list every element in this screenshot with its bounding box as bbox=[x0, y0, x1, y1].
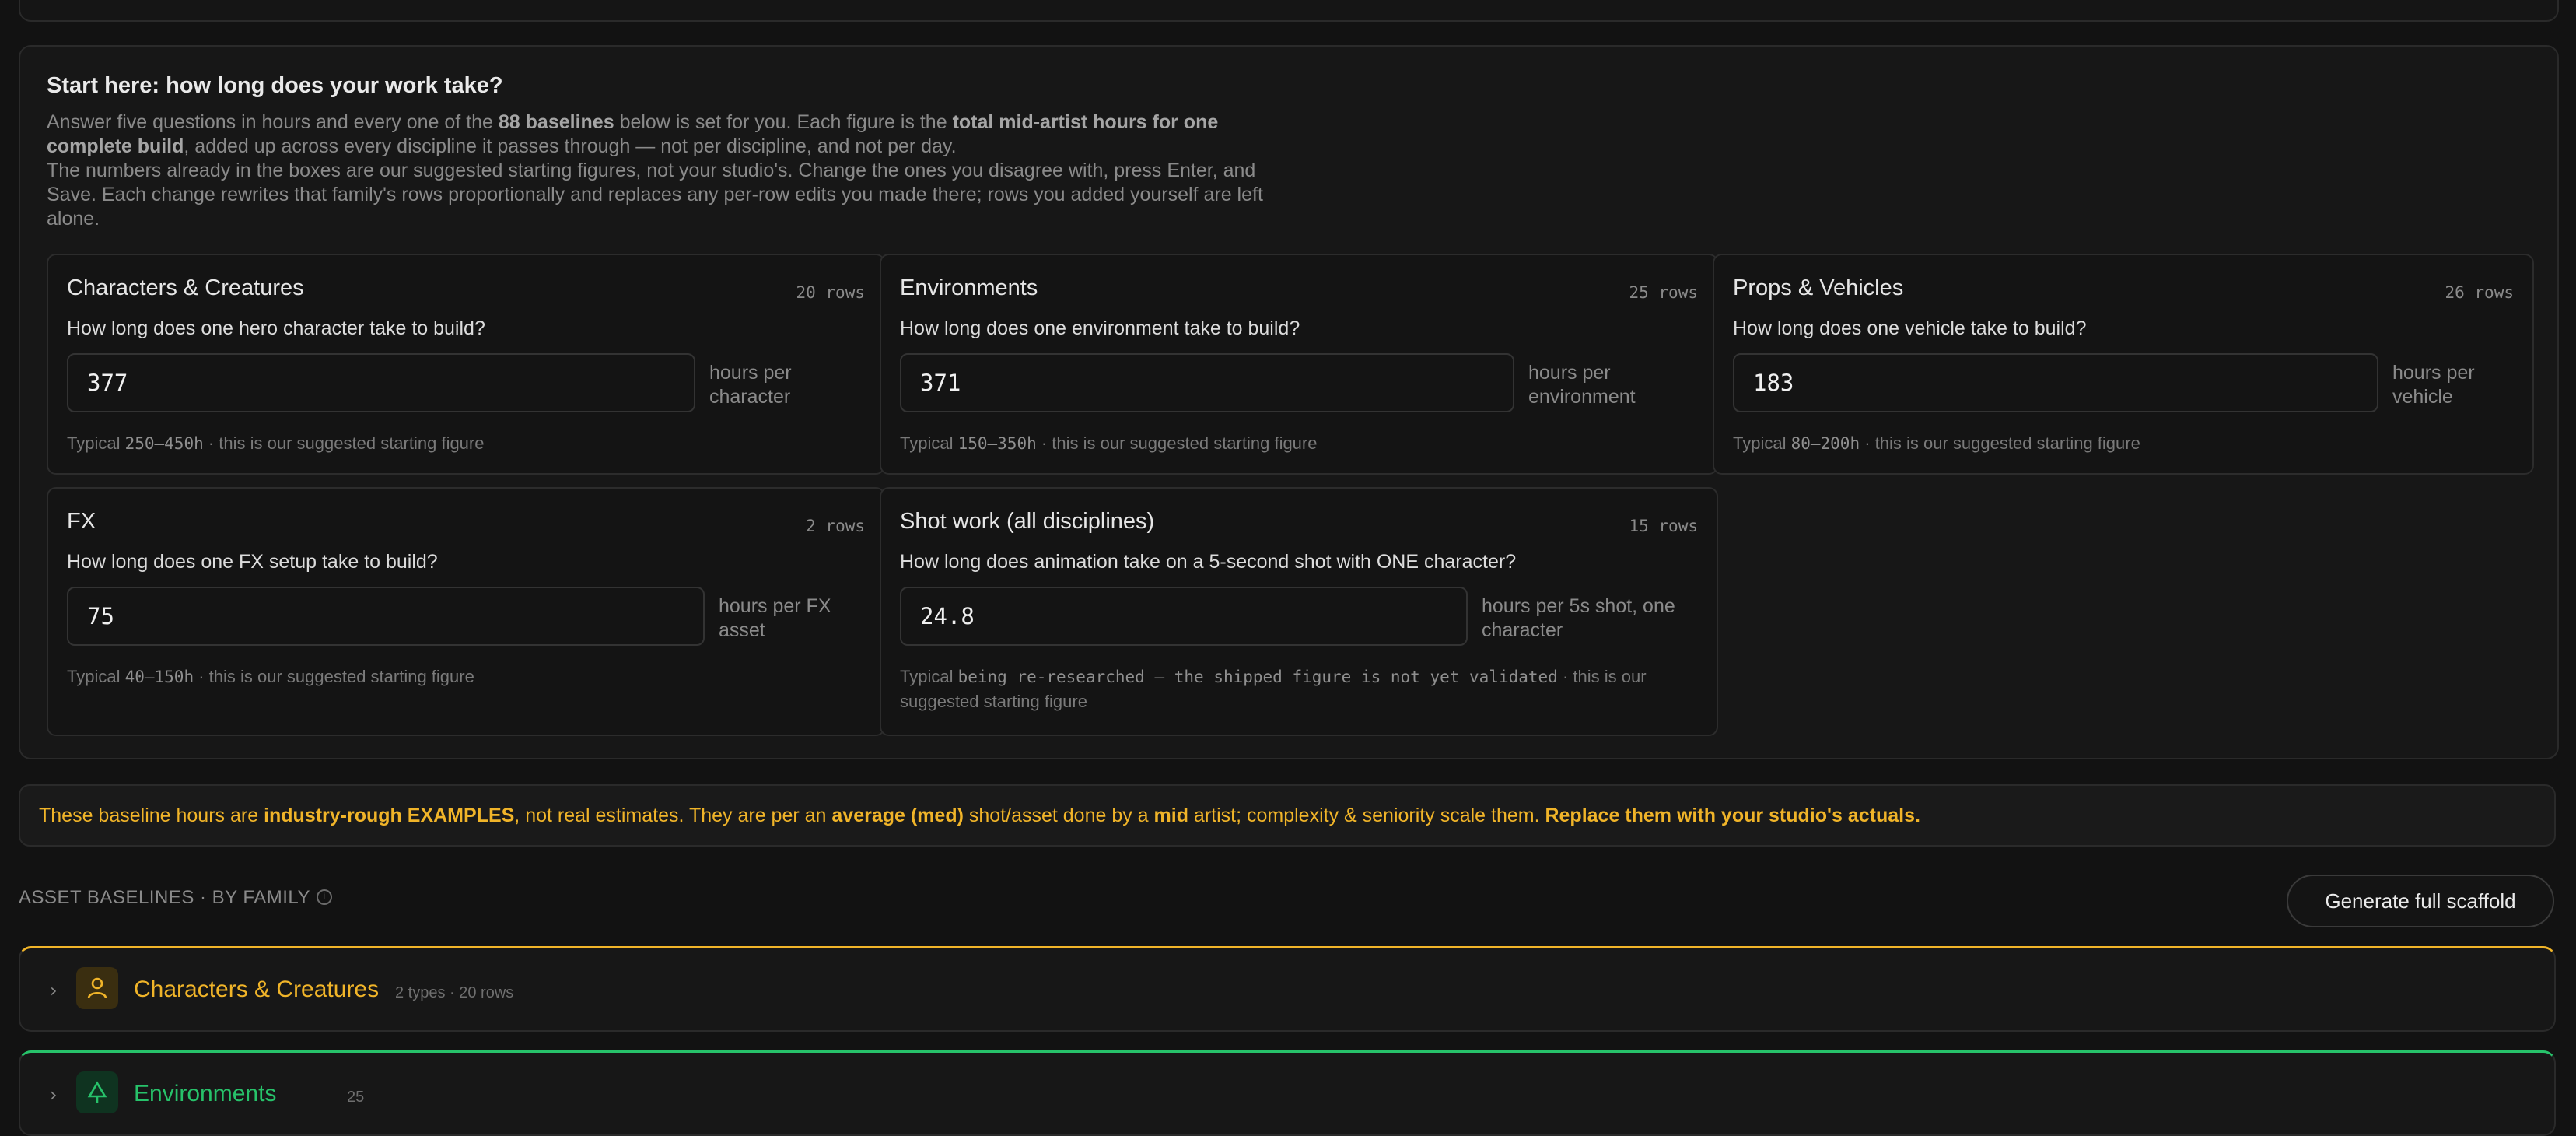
family-title: Characters & Creatures bbox=[67, 275, 304, 300]
typical-range-note: Typical 150–350h · this is our suggested… bbox=[900, 433, 1318, 453]
generate-scaffold-button[interactable]: Generate full scaffold bbox=[2287, 875, 2554, 927]
family-title: Environments bbox=[900, 275, 1038, 300]
hours-unit: hours per environment bbox=[1528, 362, 1636, 408]
baseline-questions-card: Start here: how long does your work take… bbox=[19, 45, 2559, 759]
accordion-characters[interactable]: › Characters & Creatures 2 types · 20 ro… bbox=[19, 946, 2556, 1032]
family-question: How long does one FX setup take to build… bbox=[67, 551, 438, 573]
family-question: How long does one hero character take to… bbox=[67, 317, 485, 339]
family-title: Props & Vehicles bbox=[1733, 275, 1904, 300]
hours-input-environments[interactable]: 371 bbox=[900, 353, 1514, 412]
family-row-count: 15 rows bbox=[1629, 517, 1698, 535]
typical-range-note: Typical being re-researched — the shippe… bbox=[900, 667, 1647, 711]
family-row-count: 25 rows bbox=[1629, 283, 1698, 302]
hours-unit: hours per 5s shot, one character bbox=[1482, 595, 1675, 641]
hours-unit: hours per character bbox=[709, 362, 792, 408]
family-title: FX bbox=[67, 509, 96, 534]
typical-range-note: Typical 40–150h · this is our suggested … bbox=[67, 667, 474, 686]
typical-range-note: Typical 80–200h · this is our suggested … bbox=[1733, 433, 2140, 453]
accordion-title: Environments bbox=[134, 1081, 277, 1106]
family-card-fx: FX 2 rows How long does one FX setup tak… bbox=[47, 487, 885, 736]
questions-title: Start here: how long does your work take… bbox=[47, 73, 503, 98]
family-card-environments: Environments 25 rows How long does one e… bbox=[880, 254, 1718, 475]
family-card-shot-work: Shot work (all disciplines) 15 rows How … bbox=[880, 487, 1718, 736]
family-row-count: 20 rows bbox=[796, 283, 865, 302]
info-icon[interactable]: i bbox=[316, 889, 332, 905]
hours-unit: hours per FX asset bbox=[719, 595, 831, 641]
accordion-environments[interactable]: › Environments 25 bbox=[19, 1050, 2556, 1136]
top-card bbox=[19, 0, 2559, 22]
family-question: How long does one environment take to bu… bbox=[900, 317, 1300, 339]
family-question: How long does one vehicle take to build? bbox=[1733, 317, 2087, 339]
family-card-props: Props & Vehicles 26 rows How long does o… bbox=[1713, 254, 2534, 475]
family-question: How long does animation take on a 5-seco… bbox=[900, 551, 1517, 573]
hours-input-characters[interactable]: 377 bbox=[67, 353, 695, 412]
chevron-right-icon[interactable]: › bbox=[50, 1084, 58, 1106]
questions-description: Answer five questions in hours and every… bbox=[47, 111, 1263, 230]
family-row-count: 2 rows bbox=[806, 517, 865, 535]
accordion-title: Characters & Creatures bbox=[134, 976, 380, 1002]
section-label: ASSET BASELINES · BY FAMILY i bbox=[19, 887, 332, 909]
tree-icon bbox=[76, 1071, 118, 1113]
accordion-meta: 2 types · 20 rows bbox=[395, 984, 514, 1001]
person-icon bbox=[76, 967, 118, 1009]
examples-warning-banner: These baseline hours are industry-rough … bbox=[19, 784, 2556, 847]
hours-input-shot-work[interactable]: 24.8 bbox=[900, 587, 1468, 646]
family-card-characters: Characters & Creatures 20 rows How long … bbox=[47, 254, 885, 475]
hours-input-props[interactable]: 183 bbox=[1733, 353, 2378, 412]
family-title: Shot work (all disciplines) bbox=[900, 509, 1155, 534]
hours-input-fx[interactable]: 75 bbox=[67, 587, 705, 646]
typical-range-note: Typical 250–450h · this is our suggested… bbox=[67, 433, 485, 453]
family-row-count: 26 rows bbox=[2445, 283, 2514, 302]
accordion-meta: 25 bbox=[347, 1089, 365, 1106]
chevron-right-icon[interactable]: › bbox=[50, 980, 58, 1001]
hours-unit: hours per vehicle bbox=[2392, 362, 2475, 408]
